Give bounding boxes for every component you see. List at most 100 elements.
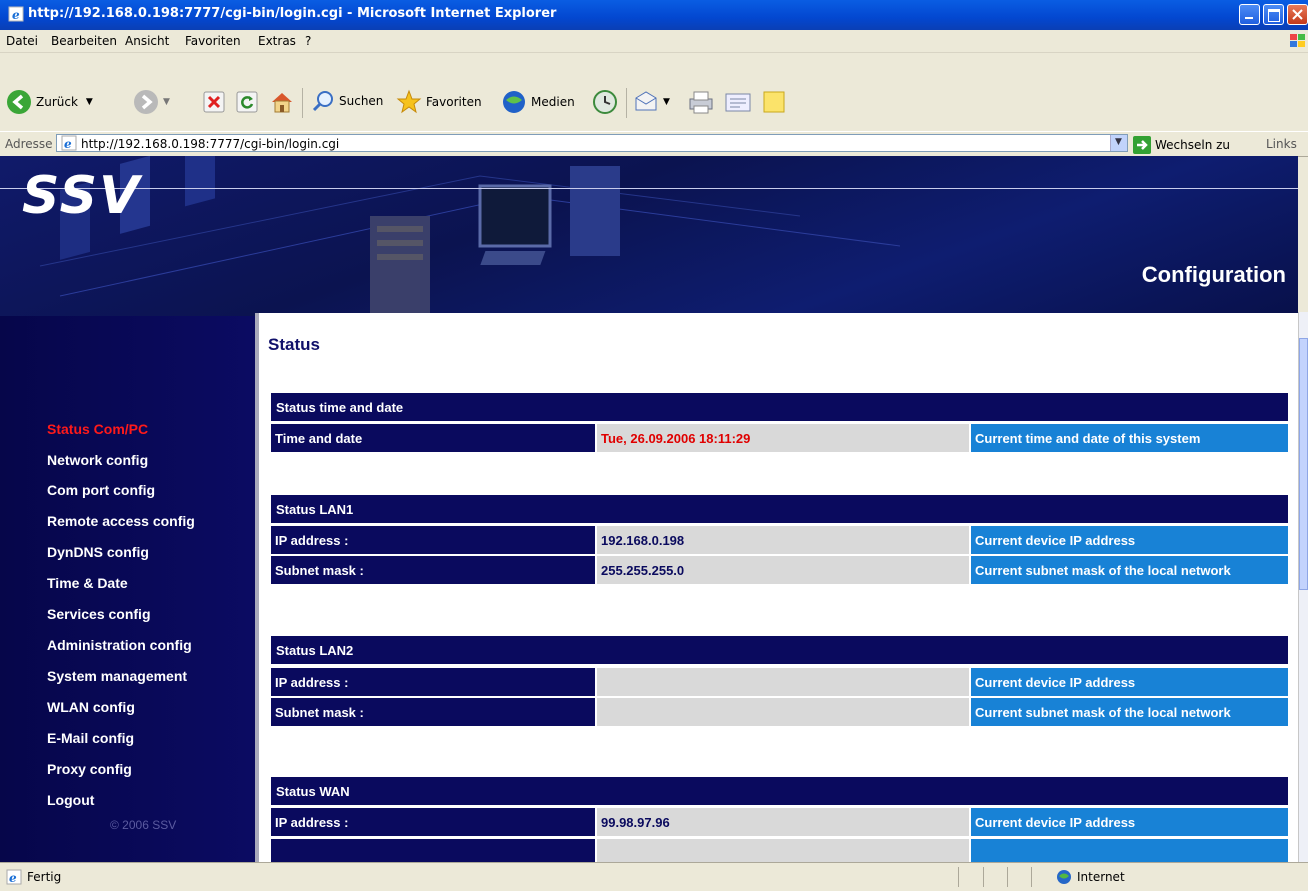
sidebar-item-status-com-pc[interactable]: Status Com/PC: [47, 421, 148, 437]
section-header-lan2: Status LAN2: [271, 636, 1288, 664]
row-label: Subnet mask :: [271, 556, 595, 584]
status-bar: e Fertig Internet: [0, 862, 1308, 891]
menu-favoriten[interactable]: Favoriten: [185, 34, 241, 48]
row-value: 192.168.0.198: [597, 526, 969, 554]
sidebar-item-administration-config[interactable]: Administration config: [47, 637, 192, 653]
window-title-bar[interactable]: e http://192.168.0.198:7777/cgi-bin/logi…: [0, 0, 1308, 30]
status-divider: [983, 867, 984, 887]
security-zone[interactable]: Internet: [1056, 869, 1125, 885]
back-button[interactable]: Zurück ▼: [6, 89, 93, 115]
row-description-text: Current subnet mask of the local network: [975, 705, 1231, 720]
sidebar-item-system-management[interactable]: System management: [47, 668, 187, 684]
page-title: Status: [268, 335, 320, 354]
address-field[interactable]: e http://192.168.0.198:7777/cgi-bin/logi…: [56, 134, 1128, 152]
toolbar-separator: [302, 88, 303, 118]
network-graphic: [39, 156, 901, 316]
menu-help[interactable]: ?: [305, 34, 311, 48]
sidebar-item-proxy-config[interactable]: Proxy config: [47, 761, 132, 777]
section-header-time-date: Status time and date: [271, 393, 1288, 421]
sidebar: Status Com/PC Network config Com port co…: [0, 316, 252, 862]
menu-datei[interactable]: Datei: [6, 34, 38, 48]
home-button[interactable]: [269, 89, 295, 115]
row-description-text: Current subnet mask of the local network: [975, 563, 1231, 578]
table-row: Time and date Tue, 26.09.2006 18:11:29 C…: [271, 424, 1288, 452]
refresh-icon: [236, 91, 258, 113]
go-button[interactable]: Wechseln zu: [1133, 136, 1230, 154]
copyright-text: © 2006 SSV: [110, 818, 177, 832]
refresh-button[interactable]: [236, 91, 258, 113]
vertical-scrollbar[interactable]: [1298, 312, 1308, 862]
sidebar-item-email-config[interactable]: E-Mail config: [47, 730, 134, 746]
window-title: http://192.168.0.198:7777/cgi-bin/login.…: [28, 6, 557, 21]
address-dropdown-button[interactable]: ▼: [1110, 135, 1127, 151]
globe-icon: [1057, 870, 1071, 884]
section-title: Status LAN1: [276, 502, 354, 517]
row-label: [271, 839, 595, 862]
row-value: [597, 698, 969, 726]
menu-ansicht[interactable]: Ansicht: [125, 34, 169, 48]
home-icon: [272, 93, 292, 113]
scrollbar-thumb[interactable]: [1299, 338, 1308, 590]
ssv-logo: SSV: [22, 166, 142, 226]
maximize-button[interactable]: [1263, 4, 1284, 25]
menu-extras[interactable]: Extras: [258, 34, 296, 48]
row-label-text: Time and date: [275, 431, 363, 446]
status-text-area: e Fertig: [6, 869, 61, 885]
favorites-button[interactable]: Favoriten: [396, 89, 482, 115]
status-divider: [1031, 867, 1032, 887]
menu-bearbeiten[interactable]: Bearbeiten: [51, 34, 117, 48]
sidebar-item-services-config[interactable]: Services config: [47, 606, 151, 622]
row-label: IP address :: [271, 668, 595, 696]
row-description: [971, 839, 1288, 862]
sidebar-item-wlan-config[interactable]: WLAN config: [47, 699, 135, 715]
links-toolbar[interactable]: Links: [1266, 137, 1297, 151]
row-label: IP address :: [271, 526, 595, 554]
header-banner: SSV Configuration: [0, 156, 1298, 316]
address-bar: Adresse e http://192.168.0.198:7777/cgi-…: [0, 131, 1308, 157]
toolbar-separator: [626, 88, 627, 118]
forward-button[interactable]: ▼: [133, 89, 170, 115]
minimize-button[interactable]: [1239, 4, 1260, 25]
page-icon: e: [61, 135, 77, 151]
row-description: Current device IP address: [971, 526, 1288, 554]
forward-dropdown-icon[interactable]: ▼: [163, 97, 170, 107]
mail-dropdown-icon[interactable]: ▼: [663, 97, 670, 107]
sidebar-item-time-date[interactable]: Time & Date: [47, 575, 128, 591]
chevron-down-icon: ▼: [1115, 137, 1122, 147]
row-label-text: Subnet mask :: [275, 563, 364, 578]
table-row: IP address : Current device IP address: [271, 668, 1288, 696]
media-button[interactable]: Medien: [501, 89, 575, 115]
stop-icon: [203, 91, 225, 113]
sidebar-item-dyndns-config[interactable]: DynDNS config: [47, 544, 149, 560]
edit-button[interactable]: [724, 89, 752, 115]
row-description-text: Current device IP address: [975, 675, 1136, 690]
sidebar-item-logout[interactable]: Logout: [47, 792, 94, 808]
sidebar-item-com-port-config[interactable]: Com port config: [47, 482, 155, 498]
sidebar-item-network-config[interactable]: Network config: [47, 452, 148, 468]
back-dropdown-icon[interactable]: ▼: [86, 97, 93, 107]
messenger-button[interactable]: [761, 89, 787, 115]
sidebar-item-remote-access-config[interactable]: Remote access config: [47, 513, 195, 529]
table-row: Subnet mask : Current subnet mask of the…: [271, 698, 1288, 726]
history-button[interactable]: [592, 89, 618, 115]
row-description: Current device IP address: [971, 668, 1288, 696]
svg-text:e: e: [12, 8, 20, 22]
forward-arrow-icon: [134, 90, 158, 114]
print-button[interactable]: [687, 89, 715, 115]
address-label: Adresse: [5, 137, 53, 151]
row-description: Current subnet mask of the local network: [971, 556, 1288, 584]
main-panel: Status Status time and date Time and dat…: [255, 313, 1298, 862]
row-label-text: IP address :: [275, 815, 349, 830]
row-description: Current device IP address: [971, 808, 1288, 836]
row-label: Subnet mask :: [271, 698, 595, 726]
configuration-heading: Configuration: [1141, 262, 1286, 287]
windows-logo-icon: [1290, 34, 1305, 47]
mail-button[interactable]: ▼: [633, 89, 670, 115]
search-button[interactable]: Suchen: [311, 89, 383, 113]
section-header-lan1: Status LAN1: [271, 495, 1288, 523]
row-description: Current subnet mask of the local network: [971, 698, 1288, 726]
close-icon: [1292, 9, 1303, 20]
stop-button[interactable]: [203, 91, 225, 113]
close-button[interactable]: [1287, 4, 1308, 25]
internet-explorer-icon: e: [8, 6, 24, 22]
